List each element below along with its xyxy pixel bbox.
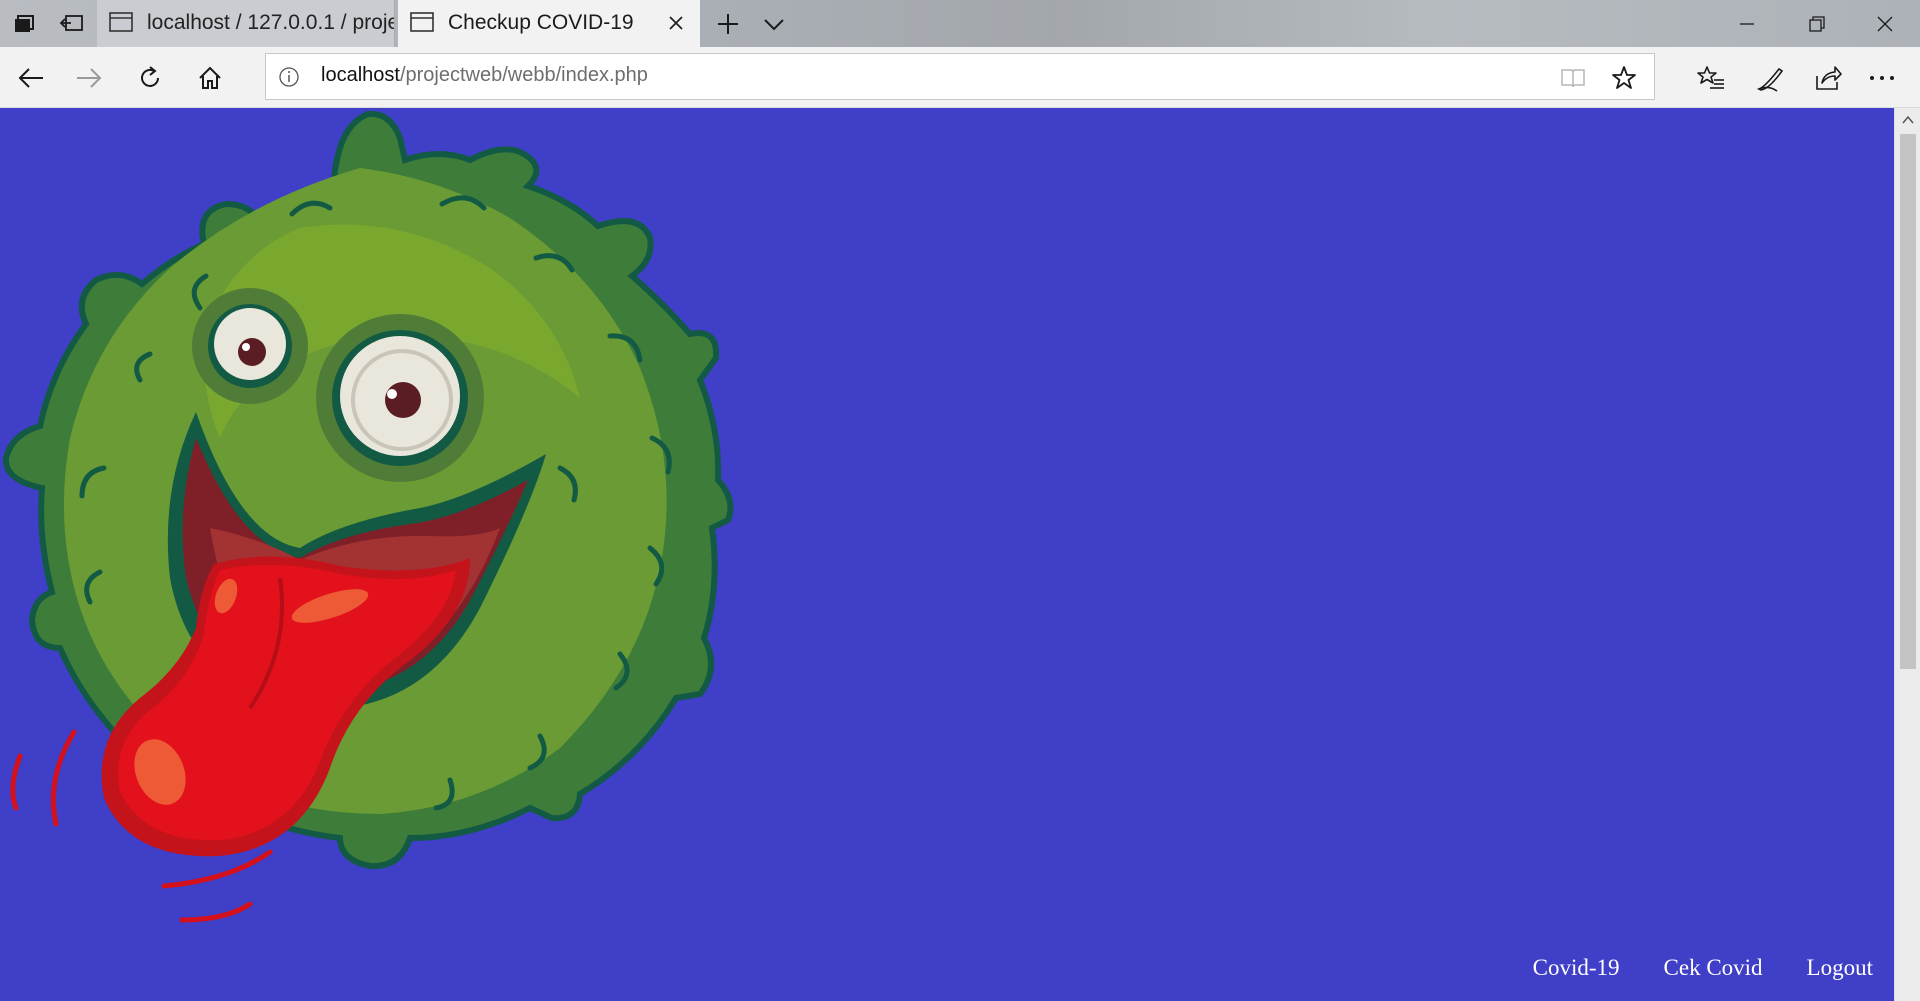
tab-actions-icon[interactable] xyxy=(6,0,42,47)
left-eye xyxy=(192,288,308,404)
home-icon[interactable] xyxy=(192,60,228,96)
back-arrow-icon[interactable] xyxy=(13,60,49,96)
page-body: Covid-19 Cek Covid Logout xyxy=(0,108,1894,1001)
url-path: /projectweb/webb/index.php xyxy=(399,64,648,86)
star-icon[interactable] xyxy=(1610,64,1638,92)
close-icon[interactable] xyxy=(1850,0,1920,47)
menu-link-cek-covid[interactable]: Cek Covid xyxy=(1664,955,1763,981)
scrollbar-thumb[interactable] xyxy=(1900,134,1916,669)
tab-checkup-covid[interactable]: Checkup COVID-19 xyxy=(398,0,700,47)
main-menu: Covid-19 Cek Covid Logout xyxy=(1533,948,1894,988)
favorites-list-icon[interactable] xyxy=(1693,60,1729,96)
url-host: localhost xyxy=(321,64,400,86)
info-icon[interactable] xyxy=(278,66,300,88)
plus-icon[interactable] xyxy=(712,10,744,38)
restore-icon[interactable] xyxy=(1782,0,1852,47)
page-icon xyxy=(109,12,133,32)
tab-strip: localhost / 127.0.0.1 / proje Checkup CO… xyxy=(0,0,1920,47)
url-text[interactable]: localhost/projectweb/webb/index.php xyxy=(321,64,648,87)
ellipsis-icon[interactable] xyxy=(1864,60,1900,96)
covid-virus-mascot xyxy=(2,110,734,923)
right-eye xyxy=(316,314,484,482)
scroll-up-arrow-icon[interactable] xyxy=(1901,114,1915,126)
menu-link-logout[interactable]: Logout xyxy=(1807,955,1873,981)
tab-title: Checkup COVID-19 xyxy=(448,11,634,34)
page-icon xyxy=(410,12,434,32)
share-icon[interactable] xyxy=(1810,60,1846,96)
forward-arrow-icon[interactable] xyxy=(71,60,107,96)
chevron-down-icon[interactable] xyxy=(760,10,788,38)
address-bar[interactable]: localhost/projectweb/webb/index.php xyxy=(265,53,1655,100)
set-aside-tabs-icon[interactable] xyxy=(54,0,90,47)
book-icon[interactable] xyxy=(1560,66,1586,90)
refresh-icon[interactable] xyxy=(132,60,168,96)
menu-link-covid-19[interactable]: Covid-19 xyxy=(1533,955,1620,981)
tab-title: localhost / 127.0.0.1 / proje xyxy=(147,11,395,34)
tab-phpmyadmin[interactable]: localhost / 127.0.0.1 / proje xyxy=(97,0,395,47)
navigation-bar: localhost/projectweb/webb/index.php xyxy=(0,47,1920,108)
minimize-icon[interactable] xyxy=(1712,0,1782,47)
pen-icon[interactable] xyxy=(1752,60,1788,96)
vertical-scrollbar[interactable] xyxy=(1894,108,1920,1001)
close-tab-icon[interactable] xyxy=(666,13,686,33)
